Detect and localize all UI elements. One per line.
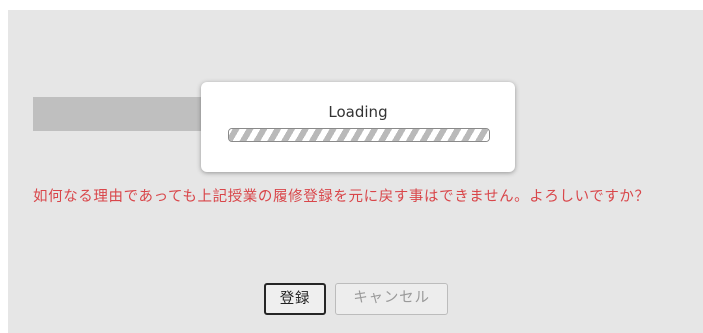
warning-message: 如何なる理由であっても上記授業の履修登録を元に戻す事はできません。よろしいですか…	[33, 189, 650, 205]
loading-label: Loading	[328, 103, 388, 121]
cancel-button[interactable]: キャンセル	[335, 283, 448, 315]
page: Loading 如何なる理由であっても上記授業の履修登録を元に戻す事はできません…	[0, 0, 703, 333]
register-button[interactable]: 登録	[264, 283, 326, 315]
loading-progress-fill	[229, 129, 489, 141]
loading-progress-bar	[228, 128, 490, 142]
loading-overlay: Loading	[201, 82, 515, 172]
